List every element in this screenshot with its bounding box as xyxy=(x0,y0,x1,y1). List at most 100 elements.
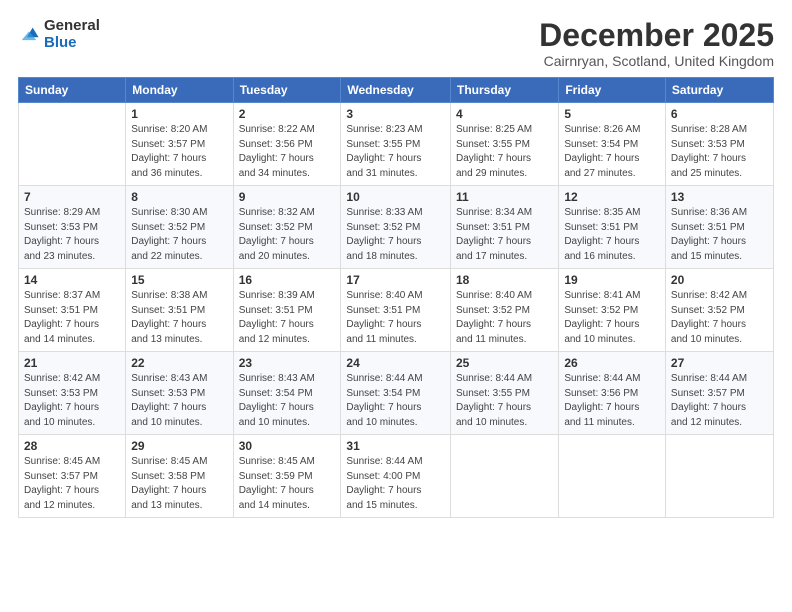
day-number: 11 xyxy=(456,190,553,204)
day-info: Sunrise: 8:41 AMSunset: 3:52 PMDaylight:… xyxy=(564,289,660,347)
day-number: 18 xyxy=(456,273,553,287)
calendar-header-row: SundayMondayTuesdayWednesdayThursdayFrid… xyxy=(19,78,774,103)
calendar-cell: 27Sunrise: 8:44 AMSunset: 3:57 PMDayligh… xyxy=(665,352,773,435)
day-number: 19 xyxy=(564,273,660,287)
day-info: Sunrise: 8:39 AMSunset: 3:51 PMDaylight:… xyxy=(239,289,336,347)
calendar-cell: 1 Sunrise: 8:20 AMSunset: 3:57 PMDaylight… xyxy=(126,103,233,186)
calendar-week-row: 21 Sunrise: 8:42 AMSunset: 3:53 PMDayligh… xyxy=(19,352,774,435)
page: General Blue December 2025 Cairnryan, Sc… xyxy=(0,0,792,612)
day-number: 20 xyxy=(671,273,768,287)
day-info: Sunrise: 8:45 AMSunset: 3:58 PMDaylight:… xyxy=(131,455,227,513)
calendar-cell: 3 Sunrise: 8:23 AMSunset: 3:55 PMDaylight… xyxy=(341,103,451,186)
calendar-week-row: 14 Sunrise: 8:37 AMSunset: 3:51 PMDayligh… xyxy=(19,269,774,352)
day-info: Sunrise: 8:37 AMSunset: 3:51 PMDaylight:… xyxy=(24,289,120,347)
day-info: Sunrise: 8:23 AMSunset: 3:55 PMDaylight:… xyxy=(346,123,445,181)
day-of-week-header: Thursday xyxy=(450,78,558,103)
day-number: 7 xyxy=(24,190,120,204)
calendar-cell: 23 Sunrise: 8:43 AMSunset: 3:54 PMDayligh… xyxy=(233,352,341,435)
calendar-cell: 6 Sunrise: 8:28 AMSunset: 3:53 PMDaylight… xyxy=(665,103,773,186)
calendar-cell: 8Sunrise: 8:30 AMSunset: 3:52 PMDaylight… xyxy=(126,186,233,269)
day-info: Sunrise: 8:44 AMSunset: 3:55 PMDaylight:… xyxy=(456,372,553,430)
day-number: 4 xyxy=(456,107,553,121)
calendar-cell: 13 Sunrise: 8:36 AMSunset: 3:51 PMDayligh… xyxy=(665,186,773,269)
day-number: 15 xyxy=(131,273,227,287)
calendar-cell: 28Sunrise: 8:45 AMSunset: 3:57 PMDayligh… xyxy=(19,435,126,518)
calendar-cell: 2 Sunrise: 8:22 AMSunset: 3:56 PMDaylight… xyxy=(233,103,341,186)
day-number: 10 xyxy=(346,190,445,204)
day-info: Sunrise: 8:42 AMSunset: 3:52 PMDaylight:… xyxy=(671,289,768,347)
calendar-week-row: 7 Sunrise: 8:29 AMSunset: 3:53 PMDaylight… xyxy=(19,186,774,269)
calendar-cell xyxy=(665,435,773,518)
calendar-cell: 30Sunrise: 8:45 AMSunset: 3:59 PMDayligh… xyxy=(233,435,341,518)
day-number: 6 xyxy=(671,107,768,121)
day-number: 27 xyxy=(671,356,768,370)
day-of-week-header: Monday xyxy=(126,78,233,103)
day-number: 23 xyxy=(239,356,336,370)
day-of-week-header: Tuesday xyxy=(233,78,341,103)
day-info: Sunrise: 8:44 AMSunset: 3:54 PMDaylight:… xyxy=(346,372,445,430)
day-info: Sunrise: 8:43 AMSunset: 3:53 PMDaylight:… xyxy=(131,372,227,430)
calendar-cell: 4 Sunrise: 8:25 AMSunset: 3:55 PMDaylight… xyxy=(450,103,558,186)
day-number: 24 xyxy=(346,356,445,370)
day-number: 5 xyxy=(564,107,660,121)
calendar-cell xyxy=(450,435,558,518)
logo-text: General Blue xyxy=(44,18,100,51)
calendar-cell: 22Sunrise: 8:43 AMSunset: 3:53 PMDayligh… xyxy=(126,352,233,435)
day-info: Sunrise: 8:35 AMSunset: 3:51 PMDaylight:… xyxy=(564,206,660,264)
day-info: Sunrise: 8:25 AMSunset: 3:55 PMDaylight:… xyxy=(456,123,553,181)
day-info: Sunrise: 8:45 AMSunset: 3:57 PMDaylight:… xyxy=(24,455,120,513)
day-info: Sunrise: 8:36 AMSunset: 3:51 PMDaylight:… xyxy=(671,206,768,264)
day-number: 26 xyxy=(564,356,660,370)
day-number: 2 xyxy=(239,107,336,121)
day-number: 29 xyxy=(131,439,227,453)
day-info: Sunrise: 8:38 AMSunset: 3:51 PMDaylight:… xyxy=(131,289,227,347)
day-info: Sunrise: 8:40 AMSunset: 3:51 PMDaylight:… xyxy=(346,289,445,347)
day-number: 14 xyxy=(24,273,120,287)
day-of-week-header: Saturday xyxy=(665,78,773,103)
day-info: Sunrise: 8:40 AMSunset: 3:52 PMDaylight:… xyxy=(456,289,553,347)
day-number: 13 xyxy=(671,190,768,204)
day-info: Sunrise: 8:29 AMSunset: 3:53 PMDaylight:… xyxy=(24,206,120,264)
day-of-week-header: Sunday xyxy=(19,78,126,103)
day-number: 1 xyxy=(131,107,227,121)
day-number: 16 xyxy=(239,273,336,287)
header: General Blue December 2025 Cairnryan, Sc… xyxy=(18,18,774,69)
day-number: 3 xyxy=(346,107,445,121)
day-number: 21 xyxy=(24,356,120,370)
calendar-cell: 24 Sunrise: 8:44 AMSunset: 3:54 PMDayligh… xyxy=(341,352,451,435)
logo-icon xyxy=(18,24,40,46)
month-title: December 2025 xyxy=(539,18,774,53)
calendar-cell: 29 Sunrise: 8:45 AMSunset: 3:58 PMDayligh… xyxy=(126,435,233,518)
day-info: Sunrise: 8:42 AMSunset: 3:53 PMDaylight:… xyxy=(24,372,120,430)
calendar: SundayMondayTuesdayWednesdayThursdayFrid… xyxy=(18,77,774,518)
day-info: Sunrise: 8:32 AMSunset: 3:52 PMDaylight:… xyxy=(239,206,336,264)
day-number: 12 xyxy=(564,190,660,204)
day-number: 17 xyxy=(346,273,445,287)
day-number: 25 xyxy=(456,356,553,370)
location: Cairnryan, Scotland, United Kingdom xyxy=(539,53,774,69)
calendar-cell: 9 Sunrise: 8:32 AMSunset: 3:52 PMDaylight… xyxy=(233,186,341,269)
calendar-cell: 7 Sunrise: 8:29 AMSunset: 3:53 PMDaylight… xyxy=(19,186,126,269)
calendar-cell: 5 Sunrise: 8:26 AMSunset: 3:54 PMDaylight… xyxy=(559,103,666,186)
calendar-cell: 12 Sunrise: 8:35 AMSunset: 3:51 PMDayligh… xyxy=(559,186,666,269)
day-info: Sunrise: 8:26 AMSunset: 3:54 PMDaylight:… xyxy=(564,123,660,181)
day-info: Sunrise: 8:22 AMSunset: 3:56 PMDaylight:… xyxy=(239,123,336,181)
day-number: 8 xyxy=(131,190,227,204)
calendar-cell xyxy=(559,435,666,518)
calendar-cell: 10Sunrise: 8:33 AMSunset: 3:52 PMDayligh… xyxy=(341,186,451,269)
day-info: Sunrise: 8:20 AMSunset: 3:57 PMDaylight:… xyxy=(131,123,227,181)
day-number: 9 xyxy=(239,190,336,204)
day-of-week-header: Friday xyxy=(559,78,666,103)
day-info: Sunrise: 8:28 AMSunset: 3:53 PMDaylight:… xyxy=(671,123,768,181)
calendar-cell: 21 Sunrise: 8:42 AMSunset: 3:53 PMDayligh… xyxy=(19,352,126,435)
day-info: Sunrise: 8:43 AMSunset: 3:54 PMDaylight:… xyxy=(239,372,336,430)
calendar-cell: 16 Sunrise: 8:39 AMSunset: 3:51 PMDayligh… xyxy=(233,269,341,352)
day-number: 31 xyxy=(346,439,445,453)
logo-blue: Blue xyxy=(44,34,77,51)
calendar-cell: 20 Sunrise: 8:42 AMSunset: 3:52 PMDayligh… xyxy=(665,269,773,352)
calendar-week-row: 28Sunrise: 8:45 AMSunset: 3:57 PMDayligh… xyxy=(19,435,774,518)
calendar-cell: 15 Sunrise: 8:38 AMSunset: 3:51 PMDayligh… xyxy=(126,269,233,352)
logo: General Blue xyxy=(18,18,100,51)
calendar-cell: 18 Sunrise: 8:40 AMSunset: 3:52 PMDayligh… xyxy=(450,269,558,352)
calendar-cell: 17 Sunrise: 8:40 AMSunset: 3:51 PMDayligh… xyxy=(341,269,451,352)
